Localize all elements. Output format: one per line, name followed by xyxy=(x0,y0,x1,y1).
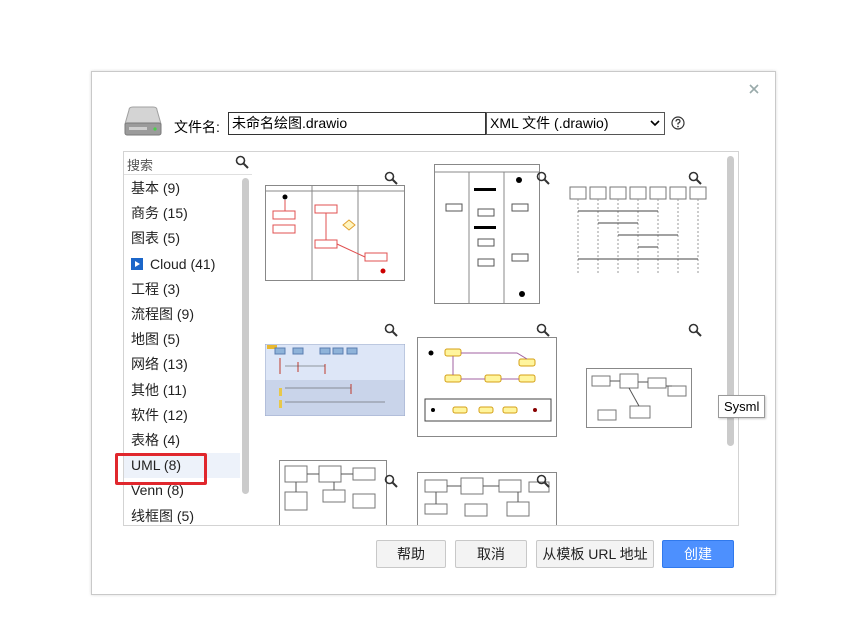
template-thumb-sequence-diagram[interactable] xyxy=(568,185,708,281)
category-maps[interactable]: 地图 (5) xyxy=(124,327,240,352)
template-thumb-state-machine[interactable] xyxy=(417,337,557,437)
category-business[interactable]: 商务 (15) xyxy=(124,201,240,226)
category-network[interactable]: 网络 (13) xyxy=(124,352,240,377)
category-list: 基本 (9) 商务 (15) 图表 (5) Cloud (41) 工程 (3) … xyxy=(124,176,240,525)
template-dialog: 文件名: 未命名绘图.drawio XML 文件 (.drawio) 搜索 基本… xyxy=(91,71,776,595)
category-label: 线框图 (5) xyxy=(131,507,194,524)
drive-icon xyxy=(124,106,162,136)
category-label: 流程图 (9) xyxy=(131,306,194,323)
help-button[interactable]: 帮助 xyxy=(376,540,446,568)
filetype-value: XML 文件 (.drawio) xyxy=(490,115,609,131)
search-placeholder: 搜索 xyxy=(127,158,154,173)
chevron-down-icon xyxy=(650,120,660,127)
category-cloud[interactable]: Cloud (41) xyxy=(124,252,240,277)
category-label: 工程 (3) xyxy=(131,280,180,297)
category-label: UML (8) xyxy=(131,457,182,474)
create-button[interactable]: 创建 xyxy=(662,540,734,568)
category-label: Cloud (41) xyxy=(150,255,216,272)
category-label: Venn (8) xyxy=(131,482,184,499)
template-thumb-sysml-swimlanes[interactable] xyxy=(265,344,405,416)
category-other[interactable]: 其他 (11) xyxy=(124,378,240,403)
filename-input[interactable]: 未命名绘图.drawio xyxy=(228,112,486,135)
zoom-icon[interactable] xyxy=(384,323,398,337)
template-thumb-activity-diagram[interactable] xyxy=(434,164,540,304)
template-gallery xyxy=(252,151,739,526)
zoom-icon[interactable] xyxy=(536,171,550,185)
template-tooltip: Sysml xyxy=(718,395,766,418)
category-wireframes[interactable]: 线框图 (5) xyxy=(124,503,240,525)
category-label: 基本 (9) xyxy=(131,180,180,197)
filename-label: 文件名: xyxy=(174,119,220,135)
category-label: 商务 (15) xyxy=(131,205,188,222)
zoom-icon[interactable] xyxy=(384,474,398,488)
help-icon[interactable] xyxy=(671,116,685,130)
sidebar-scrollbar[interactable] xyxy=(242,178,249,494)
category-software[interactable]: 软件 (12) xyxy=(124,403,240,428)
category-label: 图表 (5) xyxy=(131,230,180,247)
template-thumb-class-diagram[interactable] xyxy=(586,368,692,428)
template-thumb-activity-swimlane[interactable] xyxy=(265,185,405,281)
category-basic[interactable]: 基本 (9) xyxy=(124,176,240,201)
category-label: 网络 (13) xyxy=(131,356,188,373)
category-charts[interactable]: 图表 (5) xyxy=(124,226,240,251)
category-label: 软件 (12) xyxy=(131,406,188,423)
cloud-play-icon xyxy=(131,258,143,271)
from-url-button[interactable]: 从模板 URL 地址 xyxy=(536,540,654,568)
category-label: 其他 (11) xyxy=(131,381,187,398)
search-input[interactable]: 搜索 xyxy=(124,152,253,175)
category-venn[interactable]: Venn (8) xyxy=(124,478,240,503)
zoom-icon[interactable] xyxy=(688,171,702,185)
category-engineering[interactable]: 工程 (3) xyxy=(124,277,240,302)
search-icon[interactable] xyxy=(235,155,249,169)
category-uml[interactable]: UML (8) xyxy=(124,453,240,479)
category-label: 地图 (5) xyxy=(131,331,180,348)
category-sidebar: 搜索 基本 (9) 商务 (15) 图表 (5) Cloud (41) 工程 (… xyxy=(123,151,254,526)
category-tables[interactable]: 表格 (4) xyxy=(124,428,240,453)
filetype-select[interactable]: XML 文件 (.drawio) xyxy=(486,112,665,135)
zoom-icon[interactable] xyxy=(536,474,550,488)
zoom-icon[interactable] xyxy=(384,171,398,185)
cancel-button[interactable]: 取消 xyxy=(455,540,527,568)
zoom-icon[interactable] xyxy=(688,323,702,337)
category-label: 表格 (4) xyxy=(131,431,180,448)
category-flowchart[interactable]: 流程图 (9) xyxy=(124,302,240,327)
zoom-icon[interactable] xyxy=(536,323,550,337)
template-thumb-component-diagram[interactable] xyxy=(279,460,387,525)
close-icon[interactable] xyxy=(747,82,761,96)
